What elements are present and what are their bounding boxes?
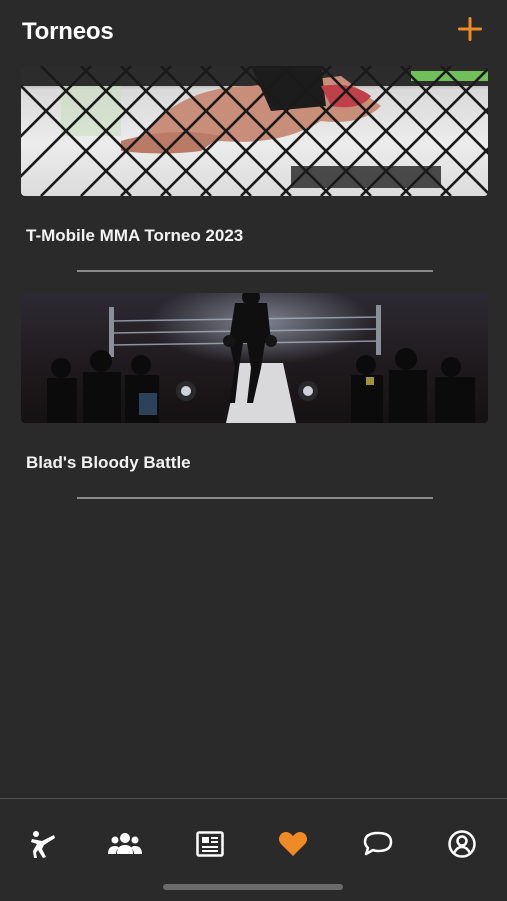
chat-bubble-icon: [363, 831, 393, 856]
tournament-image: [21, 66, 488, 196]
martial-arts-icon: [31, 831, 55, 858]
news-icon: [196, 831, 224, 857]
tab-martial-arts[interactable]: [22, 827, 62, 861]
divider: [77, 270, 433, 272]
divider: [77, 497, 433, 499]
tournament-title: T-Mobile MMA Torneo 2023: [26, 226, 244, 245]
plus-icon: [458, 17, 482, 41]
tournament-title: Blad's Bloody Battle: [26, 453, 191, 472]
top-app-bar: Torneos: [0, 0, 507, 64]
tournament-card[interactable]: T-Mobile MMA Torneo 2023: [21, 66, 488, 276]
account-circle-icon: [448, 830, 476, 858]
tab-news[interactable]: [190, 827, 230, 861]
home-indicator: [163, 884, 343, 890]
tab-chat[interactable]: [358, 827, 398, 861]
heart-icon: [279, 832, 307, 856]
tournament-card[interactable]: Blad's Bloody Battle: [21, 293, 488, 503]
tournament-image: [21, 293, 488, 423]
add-tournament-button[interactable]: [455, 14, 485, 44]
tab-groups[interactable]: [105, 827, 145, 861]
tab-favorites[interactable]: [273, 827, 313, 861]
tab-profile[interactable]: [442, 827, 482, 861]
group-icon: [108, 833, 142, 854]
page-title: Torneos: [22, 18, 114, 45]
